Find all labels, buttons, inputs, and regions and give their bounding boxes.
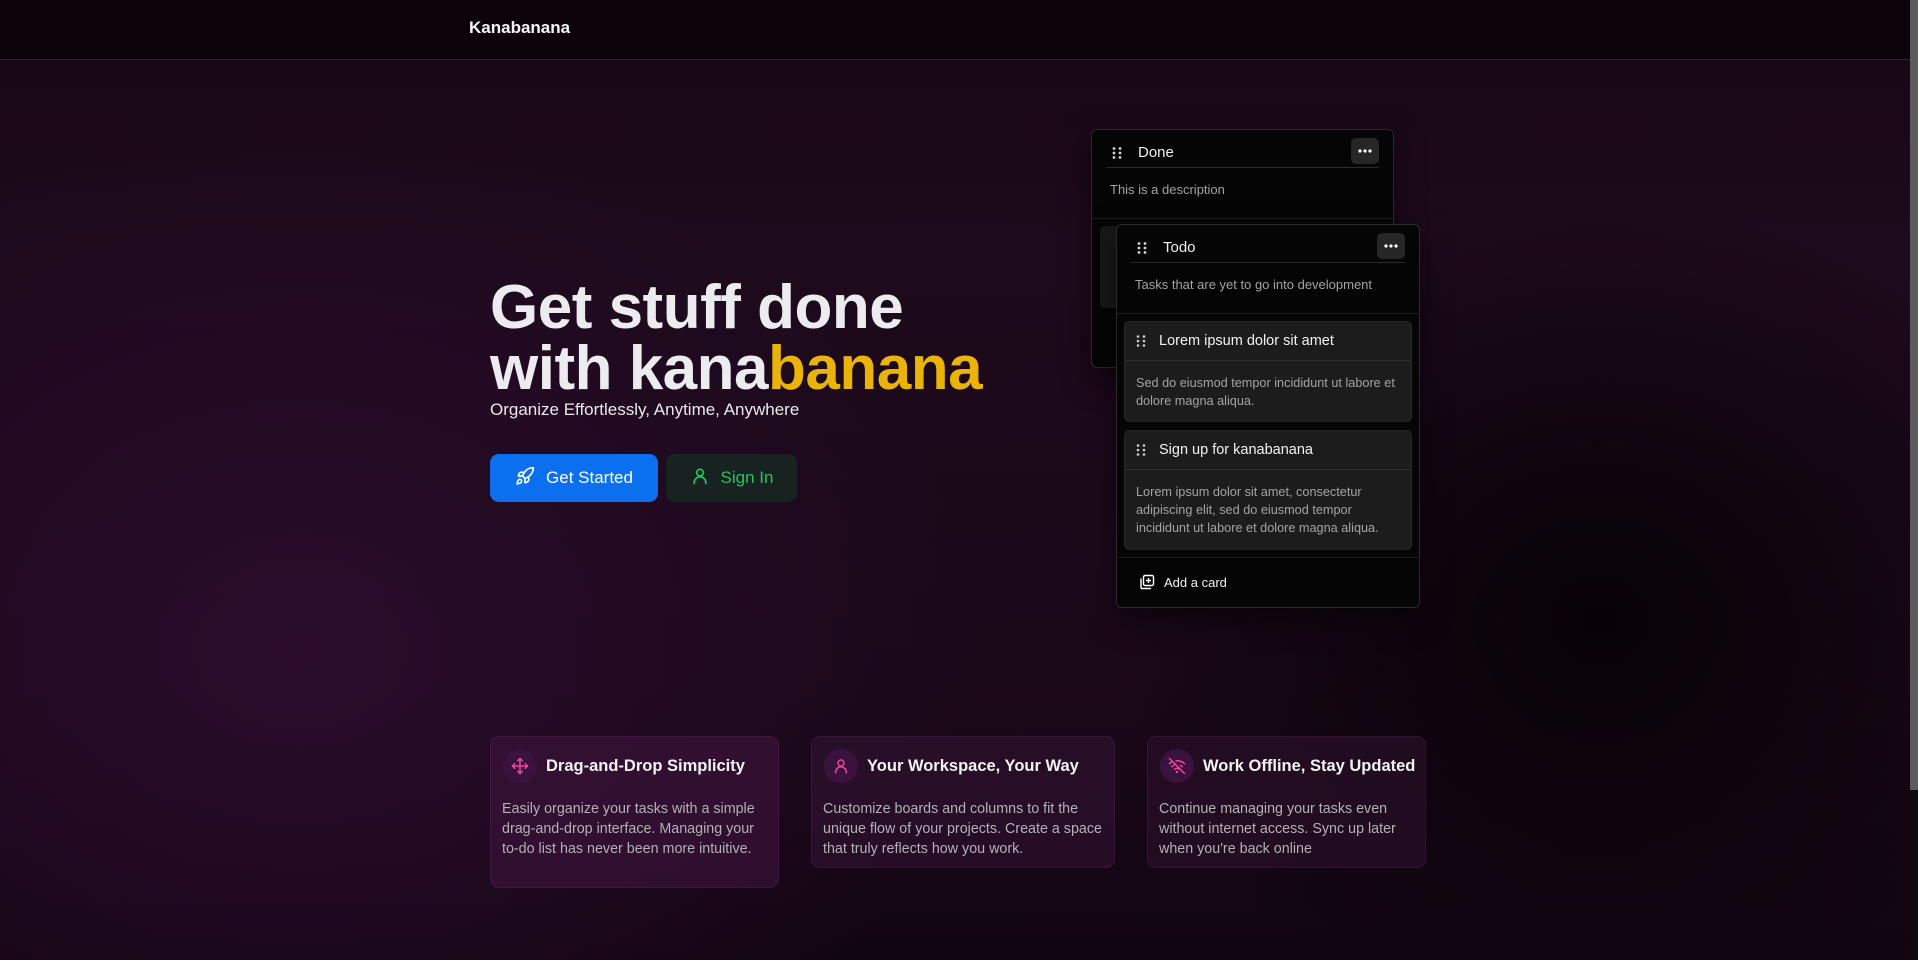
more-horizontal-icon: [1358, 149, 1372, 153]
column-description: This is a description: [1110, 182, 1225, 197]
add-card-label: Add a card: [1164, 574, 1227, 590]
column-divider: [1117, 313, 1419, 314]
task-card-title[interactable]: Lorem ipsum dolor sit amet: [1159, 333, 1334, 349]
drag-handle-icon[interactable]: [1135, 443, 1147, 457]
task-card[interactable]: Sign up for kanabanana Lorem ipsum dolor…: [1124, 430, 1412, 550]
column-divider: [1117, 557, 1419, 558]
hero-subtitle: Organize Effortlessly, Anytime, Anywhere: [490, 400, 800, 419]
column-menu-button[interactable]: [1351, 138, 1379, 164]
move-icon: [511, 757, 529, 775]
feature-card-drag-drop: Drag-and-Drop Simplicity Easily organize…: [490, 736, 779, 888]
feature-icon-badge: [503, 749, 537, 783]
add-card-button[interactable]: Add a card: [1139, 574, 1227, 590]
sign-in-label: Sign In: [720, 468, 774, 487]
add-card-icon: [1140, 574, 1155, 590]
drag-handle-icon[interactable]: [1135, 241, 1149, 255]
more-horizontal-icon: [1384, 244, 1398, 248]
sign-in-button[interactable]: Sign In: [666, 454, 797, 502]
column-menu-button[interactable]: [1377, 233, 1405, 259]
get-started-button[interactable]: Get Started: [490, 454, 658, 502]
task-card-header: Lorem ipsum dolor sit amet: [1125, 322, 1411, 361]
feature-description: Customize boards and columns to fit the …: [823, 801, 1102, 857]
hero-title-line-2: with kanabanana: [490, 338, 983, 400]
task-card-title[interactable]: Sign up for kanabanana: [1159, 442, 1313, 458]
scrollbar-thumb[interactable]: [1910, 0, 1918, 790]
column-header: Todo: [1131, 233, 1405, 263]
task-card[interactable]: Lorem ipsum dolor sit amet Sed do eiusmo…: [1124, 321, 1412, 422]
column-description: Tasks that are yet to go into developmen…: [1135, 277, 1373, 292]
column-title[interactable]: Done: [1138, 144, 1174, 161]
rocket-icon: [515, 466, 535, 491]
column-header: Done: [1106, 138, 1379, 168]
hero-title-prefix: with kana: [490, 334, 769, 403]
feature-card-offline: Work Offline, Stay Updated Continue mana…: [1147, 736, 1426, 868]
drag-handle-icon[interactable]: [1135, 334, 1147, 348]
hero-title-accent: banana: [768, 334, 983, 403]
feature-description: Easily organize your tasks with a simple…: [502, 801, 755, 857]
wifi-off-icon: [1168, 757, 1186, 775]
feature-card-workspace: Your Workspace, Your Way Customize board…: [811, 736, 1115, 868]
column-divider: [1092, 218, 1393, 219]
user-icon: [690, 466, 710, 491]
hero-title: Get stuff done with kanabanana: [490, 273, 983, 400]
top-navbar: Kanabanana: [0, 0, 1912, 60]
feature-icon-badge: [824, 749, 858, 783]
feature-icon-badge: [1160, 749, 1194, 783]
user-icon: [835, 759, 847, 774]
task-card-body: Sed do eiusmod tempor incididunt ut labo…: [1136, 376, 1395, 408]
get-started-label: Get Started: [546, 468, 633, 487]
feature-title: Drag-and-Drop Simplicity: [546, 757, 745, 775]
feature-title: Your Workspace, Your Way: [867, 757, 1079, 775]
task-card-header: Sign up for kanabanana: [1125, 431, 1411, 470]
brand-logo-text[interactable]: Kanabanana: [469, 18, 570, 38]
drag-handle-icon[interactable]: [1110, 146, 1124, 160]
board-column-todo[interactable]: Todo Tasks that are yet to go into devel…: [1116, 224, 1420, 608]
column-title[interactable]: Todo: [1163, 239, 1196, 256]
task-card-body: Lorem ipsum dolor sit amet, consectetur …: [1136, 485, 1379, 535]
hero-title-line-1: Get stuff done: [490, 273, 904, 342]
feature-title: Work Offline, Stay Updated: [1203, 757, 1416, 775]
feature-description: Continue managing your tasks even withou…: [1159, 801, 1396, 857]
